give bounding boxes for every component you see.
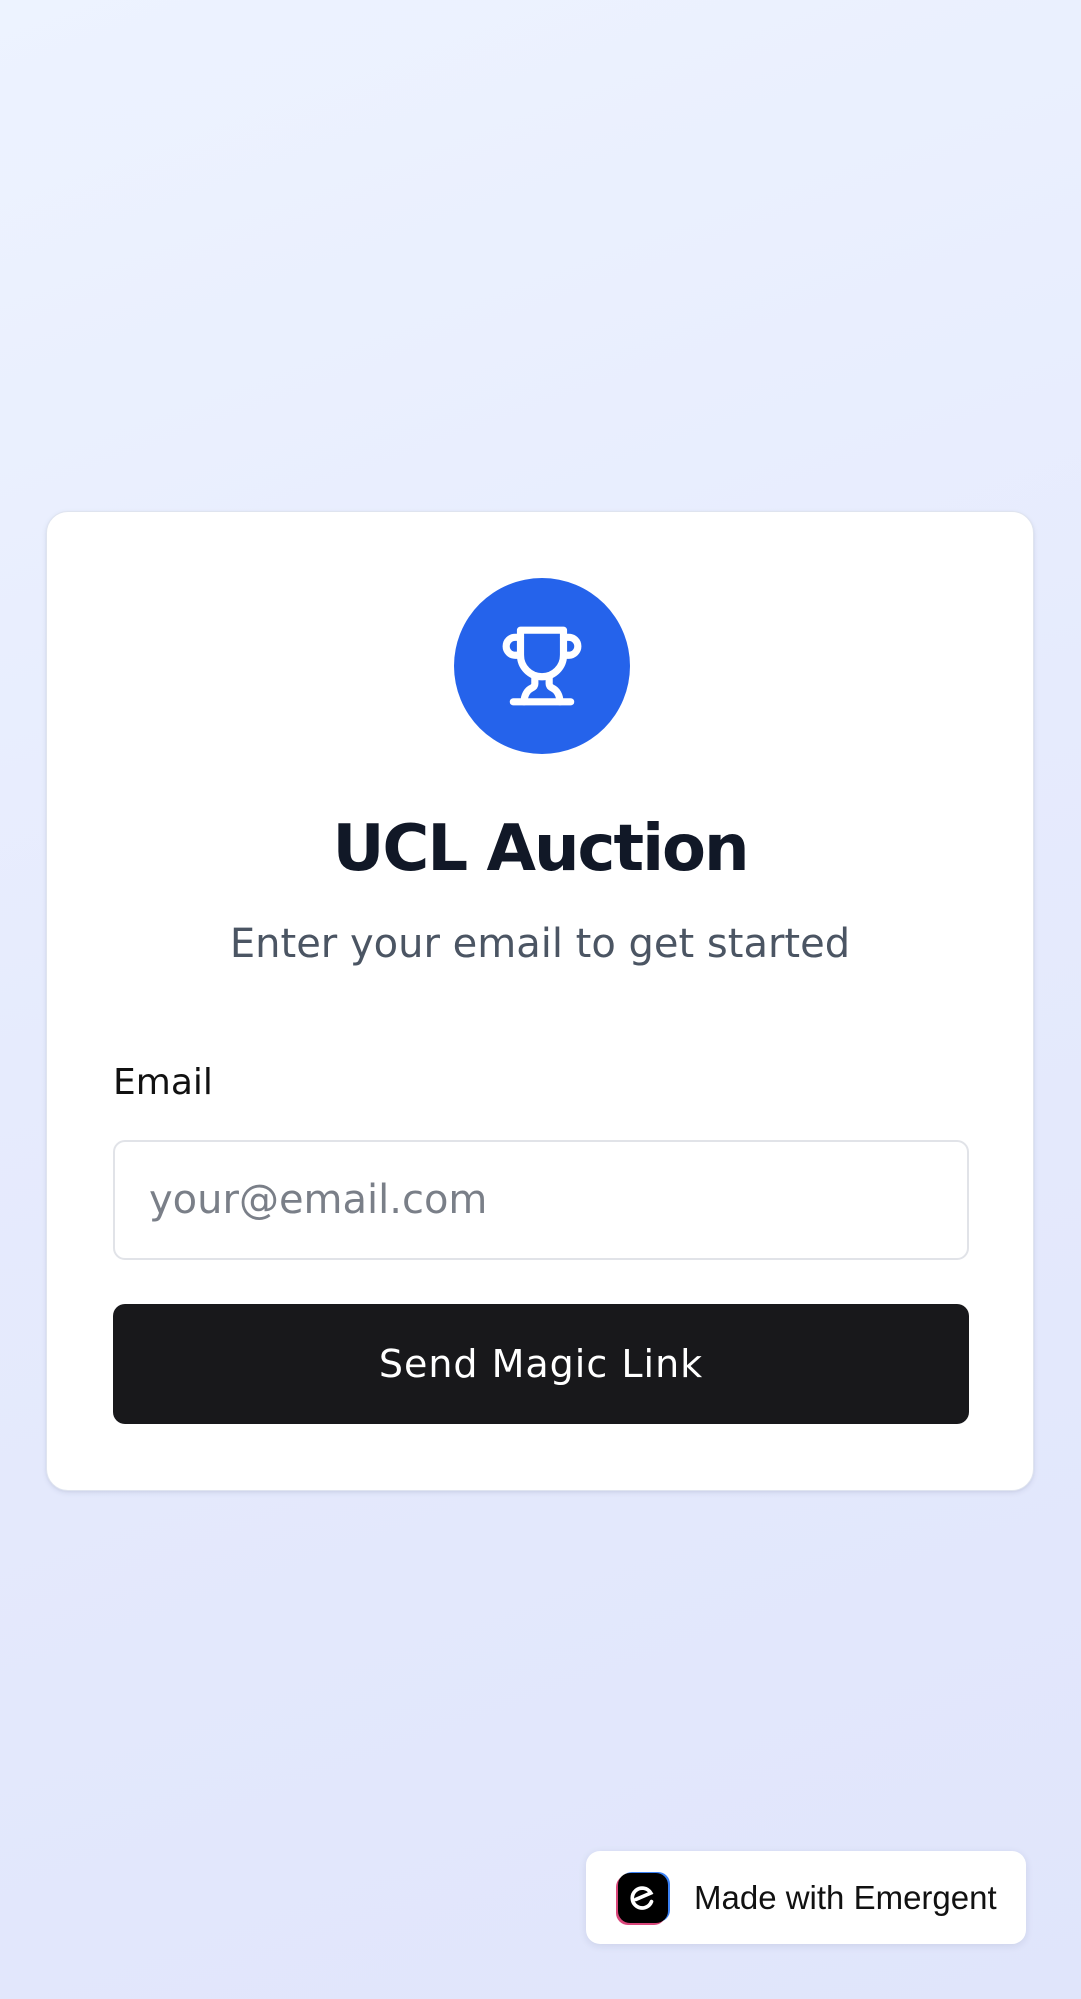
send-magic-link-button[interactable]: Send Magic Link: [113, 1304, 969, 1424]
page-title: UCL Auction: [332, 812, 749, 886]
email-label: Email: [113, 1062, 213, 1103]
page-subtitle: Enter your email to get started: [229, 921, 851, 967]
made-with-emergent-badge[interactable]: Made with Emergent: [586, 1851, 1026, 1944]
emergent-logo-icon: [618, 1872, 668, 1923]
email-input[interactable]: [113, 1140, 969, 1260]
badge-text: Made with Emergent: [694, 1878, 997, 1916]
login-card: UCL Auction Enter your email to get star…: [46, 511, 1034, 1491]
trophy-icon: [502, 626, 582, 706]
logo-badge: [454, 578, 630, 754]
